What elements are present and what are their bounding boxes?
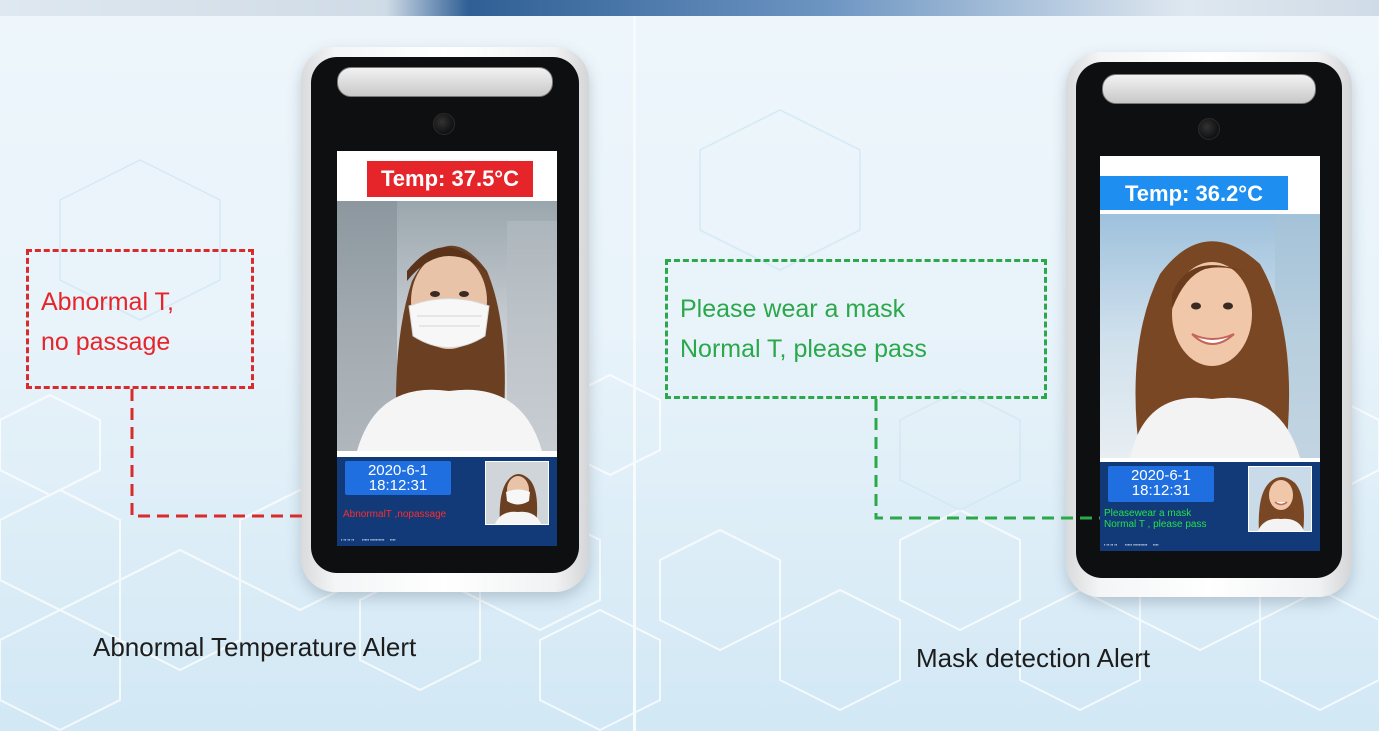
right-caption: Mask detection Alert — [916, 643, 1151, 673]
right-callout-connector — [874, 399, 1100, 520]
